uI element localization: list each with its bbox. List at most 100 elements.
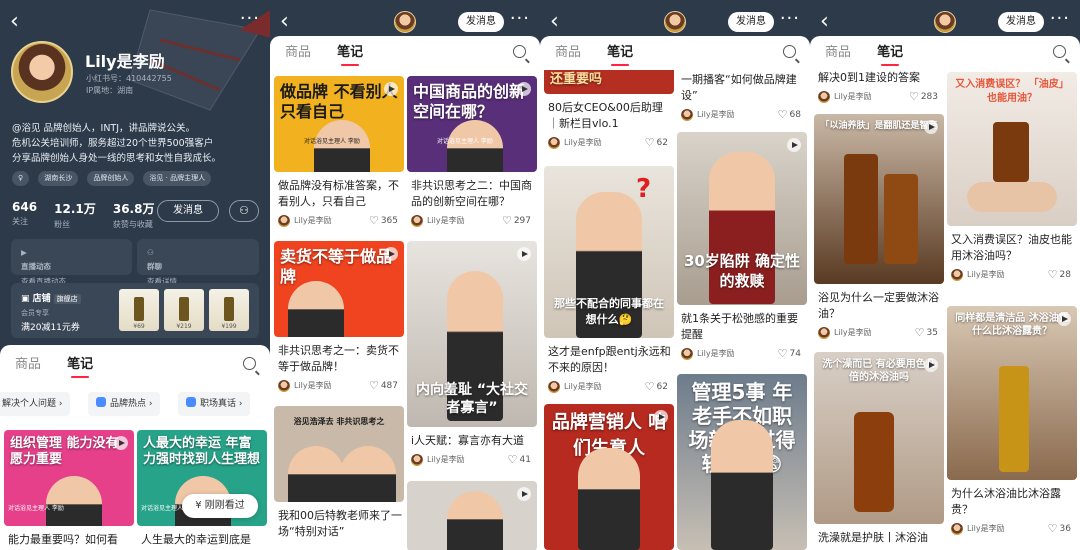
like-button[interactable]: ♡ 283 (909, 86, 938, 108)
video-icon (924, 358, 938, 372)
like-button[interactable]: ♡ 35 (915, 322, 938, 344)
back-icon[interactable]: ‹ (820, 10, 840, 34)
message-button[interactable]: 发消息 (728, 12, 774, 32)
like-button[interactable]: ♡ 28 (1048, 264, 1071, 286)
tab-products[interactable]: 商品 (285, 36, 311, 70)
back-icon[interactable]: ‹ (550, 10, 570, 34)
heart-icon: ♡ (1047, 522, 1058, 535)
like-button[interactable]: ♡ 62 (645, 376, 668, 398)
note-card[interactable]: 浴见浩泽去 非共识思考之 我和00后特教老师来了一场“特别对话” (274, 406, 404, 550)
note-card[interactable]: 组织管理 能力没有愿力重要 对话浴见主理人 李励 能力最重要吗？如何看 (4, 430, 134, 550)
tag-brand[interactable]: 浴见 · 品牌主理人 (143, 171, 212, 186)
product-thumb[interactable]: ¥69 (119, 289, 159, 331)
shop-icon: ▣ (21, 294, 33, 304)
more-icon[interactable]: ··· (1050, 8, 1070, 29)
tab-products[interactable]: 商品 (15, 348, 41, 382)
heart-icon: ♡ (644, 380, 655, 393)
like-button[interactable]: ♡ 365 (369, 210, 398, 232)
tab-notes[interactable]: 笔记 (337, 36, 363, 70)
video-icon (1057, 312, 1071, 326)
shop-card[interactable]: ▣ 店铺 旗舰店 会员专享 满20减11元券 ¥69 ¥219 ¥199 (11, 283, 259, 338)
follow-icon[interactable]: ⚇ (229, 200, 259, 222)
stat-followers[interactable]: 12.1万 粉丝 (54, 200, 96, 230)
rednote-id: 小红书号：410442755 (86, 74, 172, 83)
recently-viewed-toast[interactable]: ¥ 刚刚看过 (182, 494, 258, 518)
heart-icon: ♡ (368, 379, 379, 392)
notes-sheet: 商品 笔记 做品牌 不看别人 只看自己 对话浴见主理人 李励 做品牌没有标准答案… (270, 36, 540, 550)
like-button[interactable]: ♡ 68 (778, 104, 801, 126)
note-card[interactable]: ? 那些不配合的同事都在想什么🤔 这才是enfp跟entj永远和不来的原因！ L… (544, 166, 674, 398)
note-card[interactable] (407, 481, 537, 550)
note-card[interactable]: 还重要吗 80后女CEO&00后助理｜新栏目vlo.1 Lily是李励 ♡ 62 (544, 70, 674, 162)
heart-icon: ♡ (501, 214, 512, 227)
message-button[interactable]: 发消息 (998, 12, 1044, 32)
search-icon[interactable] (1053, 45, 1066, 58)
ip-location: IP属地：湖南 (86, 86, 134, 95)
note-card[interactable]: 人最大的幸运 年富力强时找到人生理想 对话浴见主理人 李励 人生最大的幸运到底是 (137, 430, 267, 550)
heart-icon: ♡ (644, 136, 655, 149)
note-card[interactable]: 解决0到1建设的答案 Lily是李励 ♡ 283 (814, 70, 944, 108)
group-chat-feature[interactable]: ⚇ 群聊 查看详情 (137, 239, 259, 286)
tab-notes[interactable]: 笔记 (607, 36, 633, 70)
message-button[interactable]: 发消息 (157, 200, 219, 222)
search-icon[interactable] (783, 45, 796, 58)
notes-panel-3: ‹ 发消息 ··· 商品 笔记 还重要吗 80后女CEO&00后助理｜新栏目vl… (540, 0, 810, 550)
tab-products[interactable]: 商品 (825, 36, 851, 70)
note-card[interactable]: 洗个澡而已 有必要用色几倍的沐浴油吗 洗澡就是护肤丨沐浴油 (814, 352, 944, 550)
note-card[interactable]: 30岁陷阱 确定性的救赎 就1条关于松弛感的重要提醒 Lily是李励 ♡ 74 (677, 132, 807, 372)
pill-workplace[interactable]: 职场真话 › (178, 392, 251, 416)
note-card[interactable]: 「以油养肤」是翻肌还是智商 浴见为什么一定要做沐浴油？ Lily是李励 ♡ 35 (814, 114, 944, 344)
note-card[interactable]: 同样都是清洁品 沐浴油凭什么比沐浴露贵？ 为什么沐浴油比沐浴露贵？ Lily是李… (947, 306, 1077, 550)
author-avatar (548, 381, 560, 393)
note-card[interactable]: 管理5事 年老手不如职场新人 过得轻松？😨 (677, 374, 807, 550)
like-button[interactable]: ♡ 41 (508, 449, 531, 471)
profile-bio: @浴见 品牌创始人，INTJ，讲品牌说公关。 危机公关培训师，服务超过20个世界… (12, 121, 221, 166)
tab-products[interactable]: 商品 (555, 36, 581, 70)
stat-following[interactable]: 646 关注 (12, 200, 37, 227)
avatar[interactable] (394, 11, 416, 33)
product-thumb[interactable]: ¥199 (209, 289, 249, 331)
profile-stats: 646 关注 12.1万 粉丝 36.8万 获赞与收藏 (12, 200, 166, 230)
notes-panel-4: ‹ 发消息 ··· 商品 笔记 解决0到1建设的答案 Lily是李励 ♡ 283 「… (810, 0, 1080, 550)
heart-icon: ♡ (777, 108, 788, 121)
more-icon[interactable]: ··· (510, 8, 530, 29)
like-button[interactable]: ♡ 297 (502, 210, 531, 232)
note-card[interactable]: 又入消费误区？ 「油皮」也能用油？ 又入消费误区？油皮也能用沐浴油吗？ Lily… (947, 72, 1077, 298)
author-avatar (818, 91, 830, 103)
note-card[interactable]: 做品牌 不看别人 只看自己 对话浴见主理人 李励 做品牌没有标准答案，不看别人，… (274, 76, 404, 234)
search-icon[interactable] (243, 357, 256, 370)
like-button[interactable]: ♡ 36 (1048, 518, 1071, 540)
avatar[interactable] (11, 41, 73, 103)
more-icon[interactable]: ··· (780, 8, 800, 29)
back-icon[interactable]: ‹ (280, 10, 300, 34)
profile-tags: ♀ 湖南长沙 品牌创始人 浴见 · 品牌主理人 (12, 171, 215, 187)
like-button[interactable]: ♡ 62 (645, 132, 668, 154)
note-card[interactable]: 内向羞耻 “大社交者寡言” i人天赋：寡言亦有大道 Lily是李励 ♡ 41 (407, 241, 537, 471)
tag-location[interactable]: 湖南长沙 (38, 171, 79, 186)
group-icon: ⚇ (147, 248, 154, 257)
search-icon[interactable] (513, 45, 526, 58)
heart-icon: ♡ (507, 453, 518, 466)
like-button[interactable]: ♡ 74 (778, 343, 801, 365)
back-icon[interactable]: ‹ (10, 10, 30, 34)
pill-personal[interactable]: 解决个人问题 › (0, 392, 71, 416)
product-thumb[interactable]: ¥219 (164, 289, 204, 331)
avatar[interactable] (664, 11, 686, 33)
tab-notes[interactable]: 笔记 (67, 348, 93, 382)
note-card[interactable]: 品牌营销人 咱们生意人 (544, 404, 674, 550)
heart-icon: ♡ (908, 90, 919, 103)
more-icon[interactable]: ··· (240, 8, 260, 29)
author-avatar (278, 215, 290, 227)
note-card[interactable]: 卖货不等于做品牌 非共识思考之一：卖货不等于做品牌！ Lily是李励 ♡ 487 (274, 241, 404, 399)
author-avatar (951, 523, 963, 535)
tab-notes[interactable]: 笔记 (877, 36, 903, 70)
note-card[interactable]: 中国商品的创新空间在哪？ 对话浴见主理人 李励 非共识思考之二：中国商品的创新空… (407, 76, 537, 234)
like-button[interactable]: ♡ 487 (369, 375, 398, 397)
stat-likes[interactable]: 36.8万 获赞与收藏 (113, 200, 155, 230)
tag-occupation[interactable]: 品牌创始人 (87, 171, 135, 186)
video-icon (517, 82, 531, 96)
live-feature[interactable]: ▶ 直播动态 查看直播动态 (11, 239, 132, 286)
avatar[interactable] (934, 11, 956, 33)
pill-brand-hot[interactable]: 品牌热点 › (88, 392, 161, 416)
message-button[interactable]: 发消息 (458, 12, 504, 32)
